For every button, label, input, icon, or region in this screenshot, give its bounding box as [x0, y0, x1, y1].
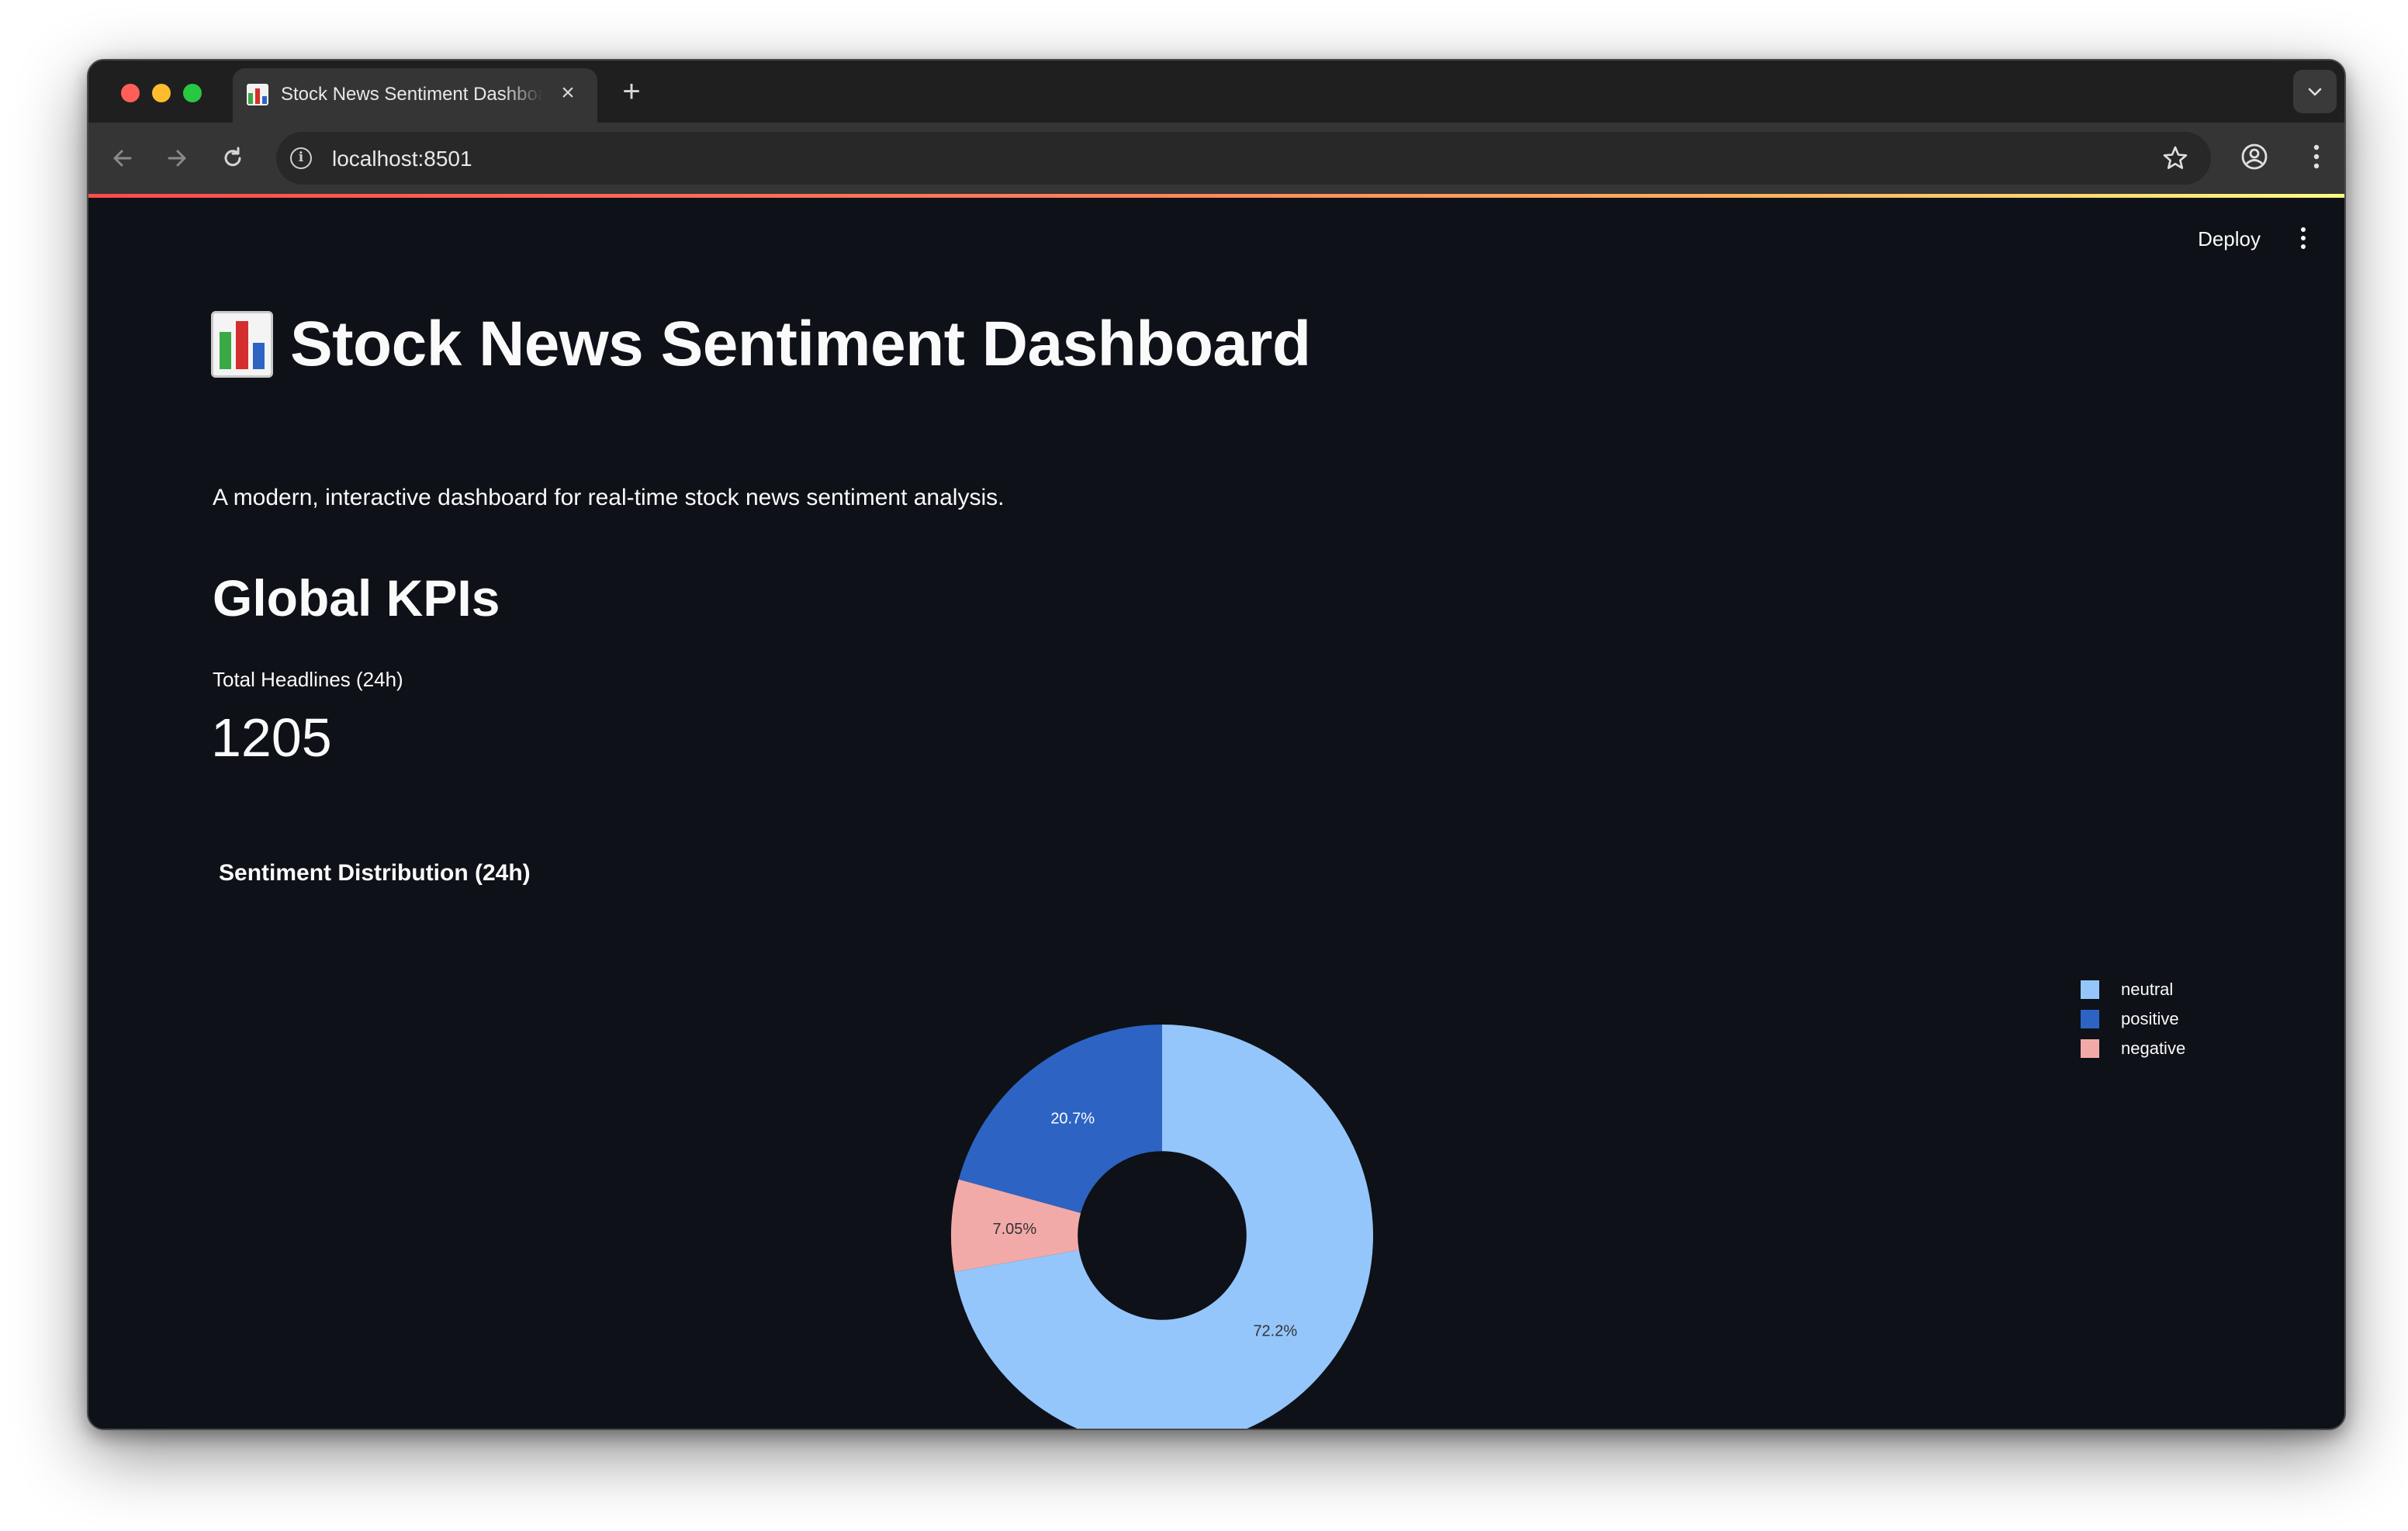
- chart-legend[interactable]: neutral positive negative: [2081, 975, 2185, 1063]
- legend-label-positive: positive: [2121, 1009, 2179, 1028]
- info-icon[interactable]: i: [290, 147, 312, 169]
- legend-item-negative[interactable]: negative: [2081, 1034, 2185, 1063]
- legend-item-neutral[interactable]: neutral: [2081, 975, 2185, 1004]
- pie-label-positive: 20.7%: [1050, 1110, 1095, 1127]
- sentiment-donut-chart[interactable]: 72.2% 7.05% 20.7%: [900, 973, 1424, 1430]
- tab-title: Stock News Sentiment Dashboard: [281, 84, 543, 105]
- kpi-value: 1205: [211, 707, 332, 768]
- close-window-button[interactable]: [121, 84, 140, 102]
- browser-toolbar: i localhost:8501: [88, 123, 2344, 194]
- forward-icon[interactable]: [161, 143, 192, 174]
- minimize-window-button[interactable]: [152, 84, 171, 102]
- section-heading: Global KPIs: [213, 569, 500, 627]
- bookmark-star-icon[interactable]: [2161, 144, 2189, 172]
- page-title-text: Stock News Sentiment Dashboard: [290, 309, 1311, 379]
- new-tab-button[interactable]: +: [616, 76, 647, 109]
- legend-label-negative: negative: [2121, 1039, 2186, 1058]
- main-menu-kebab-icon[interactable]: [2299, 227, 2307, 251]
- streamlit-app: Deploy Stock News Sentiment Dashboard A …: [88, 198, 2344, 1429]
- browser-tab-active[interactable]: Stock News Sentiment Dashboard ×: [233, 68, 597, 123]
- legend-swatch-positive: [2081, 1010, 2099, 1028]
- legend-swatch-negative: [2081, 1039, 2099, 1058]
- tab-strip: Stock News Sentiment Dashboard × +: [88, 60, 2344, 123]
- chevron-down-icon: [2308, 88, 2322, 96]
- legend-item-positive[interactable]: positive: [2081, 1004, 2185, 1034]
- url-text[interactable]: localhost:8501: [332, 147, 472, 171]
- kpi-label: Total Headlines (24h): [213, 668, 403, 691]
- tab-close-icon[interactable]: ×: [555, 81, 580, 105]
- browser-window: Stock News Sentiment Dashboard × + i loc…: [87, 59, 2346, 1430]
- profile-icon[interactable]: [2239, 141, 2270, 172]
- address-bar[interactable]: i localhost:8501: [276, 132, 2211, 185]
- browser-menu-kebab-icon[interactable]: [2312, 141, 2321, 172]
- legend-label-neutral: neutral: [2121, 980, 2174, 999]
- bar-chart-favicon-icon: [247, 84, 268, 105]
- pie-label-negative: 7.05%: [992, 1221, 1036, 1238]
- bar-chart-icon: [211, 311, 273, 378]
- maximize-window-button[interactable]: [183, 84, 202, 102]
- back-icon[interactable]: [107, 143, 138, 174]
- reload-icon[interactable]: [217, 143, 248, 174]
- pie-label-neutral: 72.2%: [1253, 1322, 1297, 1339]
- chart-title: Sentiment Distribution (24h): [219, 860, 531, 886]
- deploy-button[interactable]: Deploy: [2190, 221, 2268, 257]
- page-subtitle: A modern, interactive dashboard for real…: [213, 485, 1005, 510]
- tab-search-button[interactable]: [2293, 70, 2337, 113]
- legend-swatch-neutral: [2081, 980, 2099, 999]
- page-title: Stock News Sentiment Dashboard: [211, 308, 1311, 381]
